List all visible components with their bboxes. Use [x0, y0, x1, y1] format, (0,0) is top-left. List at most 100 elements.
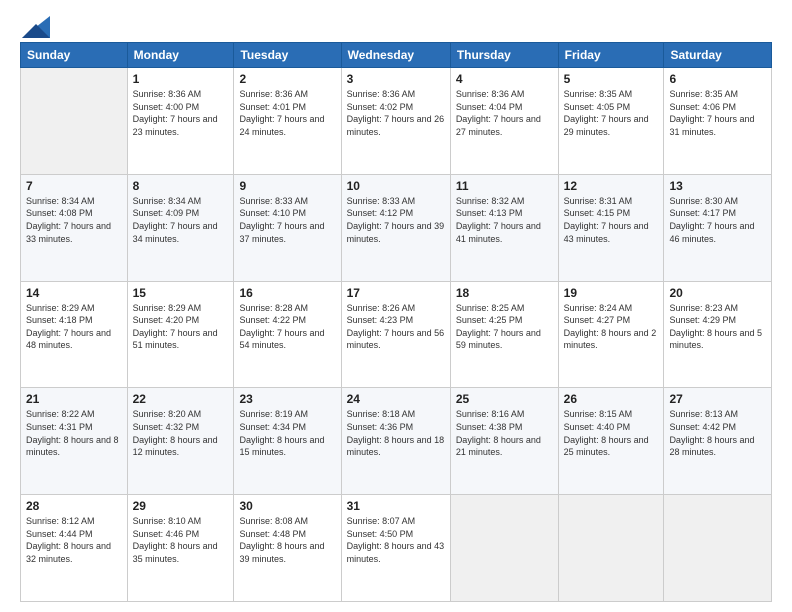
calendar-cell: 19 Sunrise: 8:24 AMSunset: 4:27 PMDayligh…	[558, 281, 664, 388]
calendar-cell: 24 Sunrise: 8:18 AMSunset: 4:36 PMDayligh…	[341, 388, 450, 495]
day-info: Sunrise: 8:19 AMSunset: 4:34 PMDaylight:…	[239, 408, 335, 458]
calendar-cell: 3 Sunrise: 8:36 AMSunset: 4:02 PMDaylight…	[341, 68, 450, 175]
day-info: Sunrise: 8:12 AMSunset: 4:44 PMDaylight:…	[26, 515, 122, 565]
day-info: Sunrise: 8:35 AMSunset: 4:06 PMDaylight:…	[669, 88, 766, 138]
day-number: 16	[239, 286, 335, 300]
day-info: Sunrise: 8:08 AMSunset: 4:48 PMDaylight:…	[239, 515, 335, 565]
weekday-wednesday: Wednesday	[341, 43, 450, 68]
day-number: 27	[669, 392, 766, 406]
day-info: Sunrise: 8:33 AMSunset: 4:10 PMDaylight:…	[239, 195, 335, 245]
week-row-2: 7 Sunrise: 8:34 AMSunset: 4:08 PMDaylight…	[21, 174, 772, 281]
day-info: Sunrise: 8:07 AMSunset: 4:50 PMDaylight:…	[347, 515, 445, 565]
day-number: 11	[456, 179, 553, 193]
day-info: Sunrise: 8:36 AMSunset: 4:02 PMDaylight:…	[347, 88, 445, 138]
weekday-monday: Monday	[127, 43, 234, 68]
calendar-cell: 26Sunrise: 8:15 AMSunset: 4:40 PMDayligh…	[558, 388, 664, 495]
calendar-cell: 13 Sunrise: 8:30 AMSunset: 4:17 PMDayligh…	[664, 174, 772, 281]
calendar-cell: 2 Sunrise: 8:36 AMSunset: 4:01 PMDaylight…	[234, 68, 341, 175]
day-number: 25	[456, 392, 553, 406]
calendar-cell	[450, 495, 558, 602]
day-number: 31	[347, 499, 445, 513]
calendar-cell: 28 Sunrise: 8:12 AMSunset: 4:44 PMDayligh…	[21, 495, 128, 602]
day-number: 24	[347, 392, 445, 406]
day-info: Sunrise: 8:36 AMSunset: 4:01 PMDaylight:…	[239, 88, 335, 138]
day-number: 13	[669, 179, 766, 193]
header	[20, 16, 772, 34]
day-info: Sunrise: 8:29 AMSunset: 4:18 PMDaylight:…	[26, 302, 122, 352]
calendar-cell: 29Sunrise: 8:10 AMSunset: 4:46 PMDayligh…	[127, 495, 234, 602]
day-info: Sunrise: 8:36 AMSunset: 4:00 PMDaylight:…	[133, 88, 229, 138]
day-info: Sunrise: 8:26 AMSunset: 4:23 PMDaylight:…	[347, 302, 445, 352]
calendar-cell: 31 Sunrise: 8:07 AMSunset: 4:50 PMDayligh…	[341, 495, 450, 602]
day-info: Sunrise: 8:13 AMSunset: 4:42 PMDaylight:…	[669, 408, 766, 458]
week-row-1: 1 Sunrise: 8:36 AMSunset: 4:00 PMDaylight…	[21, 68, 772, 175]
weekday-header-row: SundayMondayTuesdayWednesdayThursdayFrid…	[21, 43, 772, 68]
weekday-sunday: Sunday	[21, 43, 128, 68]
day-number: 2	[239, 72, 335, 86]
calendar-cell: 16Sunrise: 8:28 AMSunset: 4:22 PMDayligh…	[234, 281, 341, 388]
day-number: 4	[456, 72, 553, 86]
weekday-thursday: Thursday	[450, 43, 558, 68]
day-info: Sunrise: 8:18 AMSunset: 4:36 PMDaylight:…	[347, 408, 445, 458]
day-info: Sunrise: 8:30 AMSunset: 4:17 PMDaylight:…	[669, 195, 766, 245]
day-number: 28	[26, 499, 122, 513]
calendar-cell: 12Sunrise: 8:31 AMSunset: 4:15 PMDayligh…	[558, 174, 664, 281]
day-info: Sunrise: 8:16 AMSunset: 4:38 PMDaylight:…	[456, 408, 553, 458]
calendar-cell	[664, 495, 772, 602]
calendar-cell	[558, 495, 664, 602]
calendar-cell: 11 Sunrise: 8:32 AMSunset: 4:13 PMDayligh…	[450, 174, 558, 281]
weekday-friday: Friday	[558, 43, 664, 68]
day-info: Sunrise: 8:24 AMSunset: 4:27 PMDaylight:…	[564, 302, 659, 352]
day-number: 23	[239, 392, 335, 406]
calendar-cell: 30 Sunrise: 8:08 AMSunset: 4:48 PMDayligh…	[234, 495, 341, 602]
day-number: 26	[564, 392, 659, 406]
day-number: 22	[133, 392, 229, 406]
day-number: 1	[133, 72, 229, 86]
day-number: 8	[133, 179, 229, 193]
day-info: Sunrise: 8:20 AMSunset: 4:32 PMDaylight:…	[133, 408, 229, 458]
weekday-tuesday: Tuesday	[234, 43, 341, 68]
calendar-table: SundayMondayTuesdayWednesdayThursdayFrid…	[20, 42, 772, 602]
day-number: 19	[564, 286, 659, 300]
calendar-cell: 1 Sunrise: 8:36 AMSunset: 4:00 PMDaylight…	[127, 68, 234, 175]
day-number: 9	[239, 179, 335, 193]
day-info: Sunrise: 8:33 AMSunset: 4:12 PMDaylight:…	[347, 195, 445, 245]
day-number: 5	[564, 72, 659, 86]
day-info: Sunrise: 8:23 AMSunset: 4:29 PMDaylight:…	[669, 302, 766, 352]
logo	[20, 16, 50, 34]
calendar-cell: 23 Sunrise: 8:19 AMSunset: 4:34 PMDayligh…	[234, 388, 341, 495]
calendar-cell: 7 Sunrise: 8:34 AMSunset: 4:08 PMDaylight…	[21, 174, 128, 281]
day-info: Sunrise: 8:34 AMSunset: 4:09 PMDaylight:…	[133, 195, 229, 245]
calendar-cell: 25 Sunrise: 8:16 AMSunset: 4:38 PMDayligh…	[450, 388, 558, 495]
day-number: 18	[456, 286, 553, 300]
day-info: Sunrise: 8:22 AMSunset: 4:31 PMDaylight:…	[26, 408, 122, 458]
calendar-cell: 14 Sunrise: 8:29 AMSunset: 4:18 PMDayligh…	[21, 281, 128, 388]
calendar-cell: 6 Sunrise: 8:35 AMSunset: 4:06 PMDaylight…	[664, 68, 772, 175]
day-number: 10	[347, 179, 445, 193]
day-number: 14	[26, 286, 122, 300]
calendar-cell: 8 Sunrise: 8:34 AMSunset: 4:09 PMDaylight…	[127, 174, 234, 281]
page: SundayMondayTuesdayWednesdayThursdayFrid…	[0, 0, 792, 612]
week-row-4: 21 Sunrise: 8:22 AMSunset: 4:31 PMDayligh…	[21, 388, 772, 495]
calendar-cell: 18 Sunrise: 8:25 AMSunset: 4:25 PMDayligh…	[450, 281, 558, 388]
day-number: 21	[26, 392, 122, 406]
calendar-cell: 20 Sunrise: 8:23 AMSunset: 4:29 PMDayligh…	[664, 281, 772, 388]
calendar-cell: 21 Sunrise: 8:22 AMSunset: 4:31 PMDayligh…	[21, 388, 128, 495]
day-info: Sunrise: 8:34 AMSunset: 4:08 PMDaylight:…	[26, 195, 122, 245]
day-number: 12	[564, 179, 659, 193]
calendar-body: 1 Sunrise: 8:36 AMSunset: 4:00 PMDaylight…	[21, 68, 772, 602]
day-info: Sunrise: 8:32 AMSunset: 4:13 PMDaylight:…	[456, 195, 553, 245]
day-number: 6	[669, 72, 766, 86]
day-number: 3	[347, 72, 445, 86]
week-row-5: 28 Sunrise: 8:12 AMSunset: 4:44 PMDayligh…	[21, 495, 772, 602]
day-number: 30	[239, 499, 335, 513]
calendar-cell: 10 Sunrise: 8:33 AMSunset: 4:12 PMDayligh…	[341, 174, 450, 281]
day-number: 17	[347, 286, 445, 300]
day-number: 29	[133, 499, 229, 513]
day-info: Sunrise: 8:25 AMSunset: 4:25 PMDaylight:…	[456, 302, 553, 352]
day-info: Sunrise: 8:35 AMSunset: 4:05 PMDaylight:…	[564, 88, 659, 138]
calendar-cell: 15Sunrise: 8:29 AMSunset: 4:20 PMDayligh…	[127, 281, 234, 388]
day-number: 7	[26, 179, 122, 193]
calendar-cell: 27 Sunrise: 8:13 AMSunset: 4:42 PMDayligh…	[664, 388, 772, 495]
day-number: 20	[669, 286, 766, 300]
